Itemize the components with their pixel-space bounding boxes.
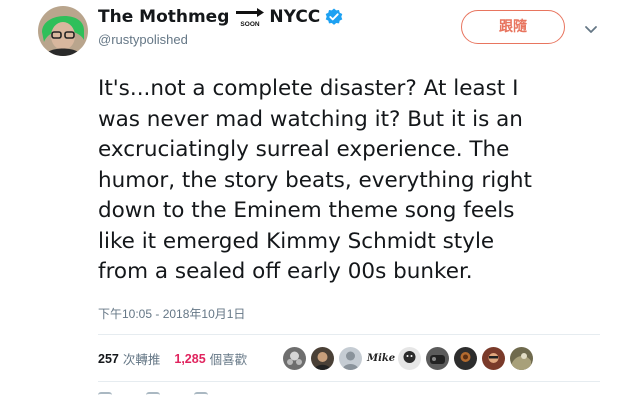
author-avatar[interactable] — [38, 6, 88, 56]
liker-avatar[interactable] — [510, 347, 533, 370]
tweet-line: excruciatingly surreal experience. The — [98, 137, 510, 162]
likes-count: 1,285 — [174, 351, 206, 366]
liker-avatars: Mike — [283, 347, 538, 370]
liker-avatar[interactable] — [339, 347, 362, 370]
soon-label: SOON — [241, 21, 260, 28]
author-name-part2: NYCC — [269, 7, 321, 27]
liker-avatar[interactable] — [426, 347, 449, 370]
reply-icon[interactable] — [98, 392, 112, 402]
tweet-line: like it emerged Kimmy Schmidt style — [98, 228, 495, 254]
tweet-line: humor, the story beats, everything right — [98, 167, 532, 193]
liker-avatar-text[interactable]: Mike — [367, 353, 395, 364]
liker-avatar[interactable] — [454, 347, 477, 370]
like-icon[interactable] — [194, 392, 208, 402]
soon-arrow-icon: SOON — [235, 8, 265, 28]
retweet-icon[interactable] — [146, 392, 160, 402]
chevron-down-icon[interactable] — [584, 20, 598, 33]
tweet-line: down to the Eminem theme song feels — [98, 198, 515, 223]
tweet-timestamp[interactable]: 下午10:05 - 2018年10月1日 — [98, 305, 245, 322]
divider — [98, 334, 600, 335]
follow-button[interactable]: 跟隨 — [461, 10, 565, 44]
tweet-text: It's...not a complete disaster? At least… — [98, 74, 618, 288]
likes-stat[interactable]: 1,285 個喜歡 — [174, 349, 247, 368]
retweets-count: 257 — [98, 351, 119, 366]
tweet-line: was never mad watching it? But it is an — [98, 106, 523, 132]
action-bar — [98, 392, 242, 402]
author-name-part1: The Mothmeg — [98, 7, 230, 27]
tweet-line: It's...not a complete disaster? At least… — [98, 76, 519, 101]
tweet-line: from a sealed off early 00s bunker. — [98, 259, 473, 284]
liker-avatar[interactable] — [398, 347, 421, 370]
author-name[interactable]: The Mothmeg SOON NYCC — [98, 7, 343, 28]
author-handle[interactable]: @rustypolished — [98, 32, 188, 47]
retweets-stat[interactable]: 257 次轉推 — [98, 349, 160, 368]
liker-avatar[interactable] — [283, 347, 306, 370]
likes-label: 個喜歡 — [209, 353, 248, 367]
tweet-stats: 257 次轉推 1,285 個喜歡 — [98, 349, 261, 368]
verified-badge-icon — [325, 8, 343, 26]
retweets-label: 次轉推 — [122, 353, 161, 367]
liker-avatar[interactable] — [311, 347, 334, 370]
divider — [98, 381, 600, 382]
liker-avatar[interactable] — [482, 347, 505, 370]
